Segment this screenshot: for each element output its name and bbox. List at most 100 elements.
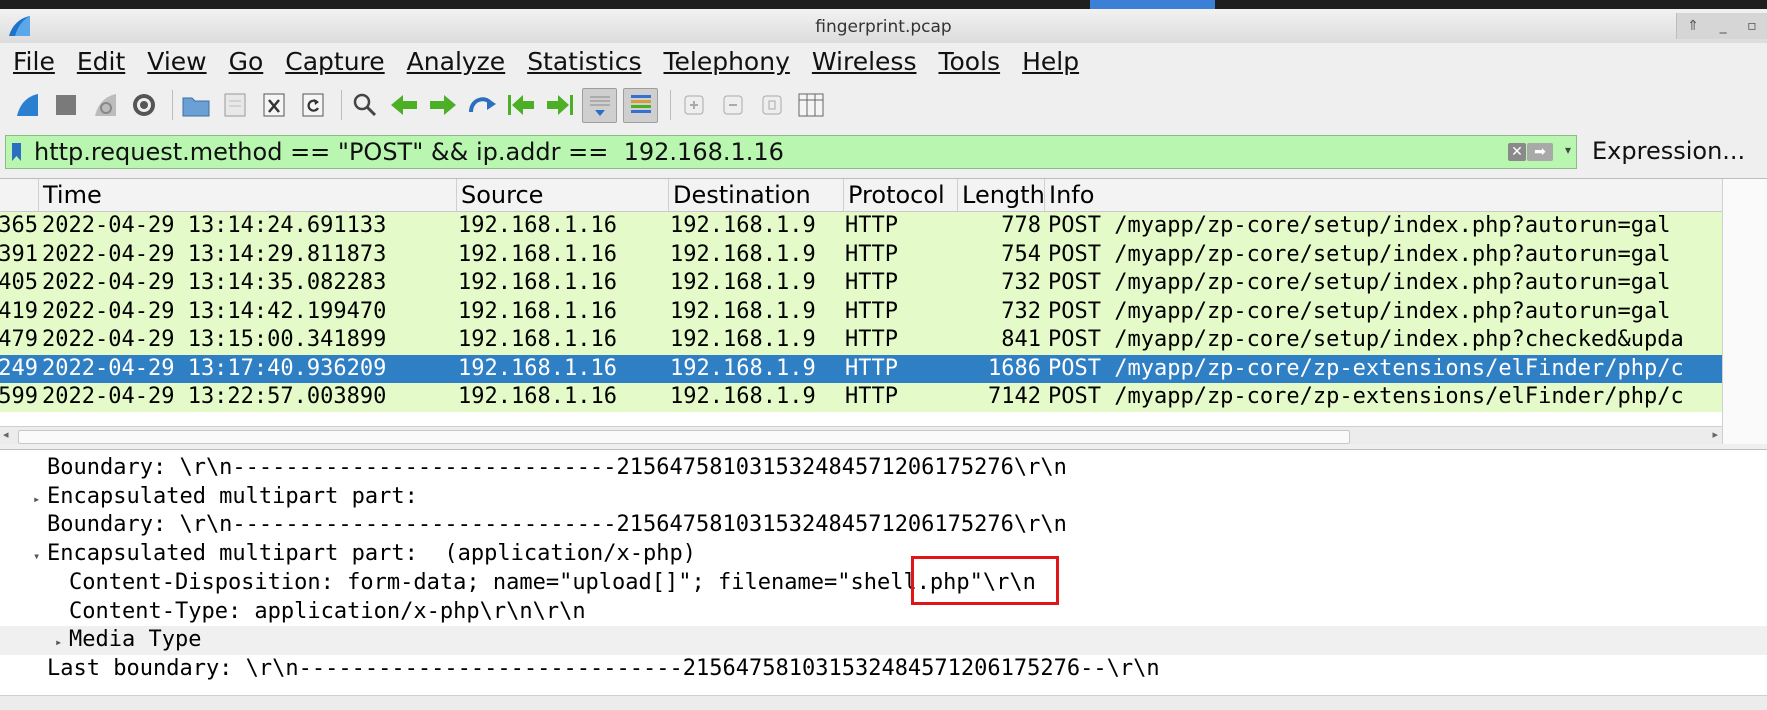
apply-filter-icon[interactable]: ➡ bbox=[1527, 143, 1553, 161]
table-row[interactable]: 365 2022-04-29 13:14:24.691133 192.168.1.1… bbox=[0, 212, 1722, 241]
menu-wireless[interactable]: Wireless bbox=[799, 47, 926, 76]
detail-text: Boundary: \r\n--------------------------… bbox=[47, 455, 1067, 480]
cell-info: POST /myapp/zp-core/zp-extensions/elFind… bbox=[1048, 384, 1684, 409]
detail-tree-item[interactable]: Boundary: \r\n--------------------------… bbox=[0, 454, 1767, 483]
cell-dst: 192.168.1.9 bbox=[670, 298, 816, 324]
window-title: fingerprint.pcap bbox=[815, 17, 952, 37]
expression-button[interactable]: Expression... bbox=[1592, 137, 1745, 165]
menu-edit[interactable]: Edit bbox=[64, 47, 134, 76]
detail-text: Encapsulated multipart part: bbox=[47, 483, 418, 509]
column-header-no[interactable] bbox=[0, 179, 38, 211]
table-row[interactable]: 419 2022-04-29 13:14:42.199470 192.168.1.1… bbox=[0, 297, 1722, 326]
menu-telephony[interactable]: Telephony bbox=[650, 47, 798, 76]
last-packet-icon[interactable] bbox=[543, 89, 576, 122]
detail-tree-item[interactable]: Content-Type: application/x-php\r\n\r\n bbox=[0, 598, 1767, 627]
cell-no: 599 bbox=[0, 384, 38, 409]
column-header-protocol[interactable]: Protocol bbox=[843, 179, 957, 211]
scroll-right-icon[interactable]: ▸ bbox=[1712, 428, 1718, 441]
detail-tree-item[interactable]: Boundary: \r\n--------------------------… bbox=[0, 511, 1767, 540]
column-header-info[interactable]: Info bbox=[1044, 179, 1722, 211]
menu-statistics[interactable]: Statistics bbox=[514, 47, 650, 76]
cell-src: 192.168.1.16 bbox=[458, 327, 617, 352]
bookmark-icon[interactable] bbox=[11, 142, 22, 162]
toolbar-separator bbox=[172, 90, 173, 120]
display-filter-input[interactable]: http.request.method == "POST" && ip.addr… bbox=[34, 138, 784, 166]
cell-proto: HTTP bbox=[845, 384, 898, 409]
scrollbar-thumb[interactable] bbox=[18, 430, 1350, 444]
menu-file[interactable]: File bbox=[0, 47, 64, 76]
menu-analyze[interactable]: Analyze bbox=[394, 47, 515, 76]
expanded-arrow-icon[interactable]: ▾ bbox=[33, 542, 47, 571]
cell-time: 2022-04-29 13:22:57.003890 bbox=[42, 384, 387, 409]
packet-list-horizontal-scrollbar[interactable]: ◂ ▸ bbox=[0, 426, 1722, 444]
start-capture-icon[interactable] bbox=[10, 89, 43, 122]
scroll-left-icon[interactable]: ◂ bbox=[3, 428, 9, 441]
menu-mnemonic: Tools bbox=[938, 47, 1001, 76]
go-back-icon[interactable] bbox=[387, 89, 420, 122]
detail-text: Boundary: \r\n--------------------------… bbox=[47, 512, 1067, 538]
cell-dst: 192.168.1.9 bbox=[670, 270, 816, 295]
table-row-selected[interactable]: 249 2022-04-29 13:17:40.936209 192.168.1.1… bbox=[0, 354, 1722, 383]
column-header-length[interactable]: Length bbox=[957, 179, 1044, 211]
cell-dst: 192.168.1.9 bbox=[670, 355, 816, 381]
minimize-icon[interactable]: _ bbox=[1720, 18, 1727, 34]
table-row[interactable]: 479 2022-04-29 13:15:00.341899 192.168.1.1… bbox=[0, 326, 1722, 355]
details-horizontal-scrollbar[interactable] bbox=[0, 695, 1767, 710]
detail-text: Content-Type: application/x-php\r\n\r\n bbox=[69, 598, 586, 624]
cell-no: 479 bbox=[0, 327, 38, 352]
column-header-time[interactable]: Time bbox=[38, 179, 456, 211]
go-forward-icon[interactable] bbox=[426, 89, 459, 122]
zoom-out-icon[interactable] bbox=[716, 89, 749, 122]
resize-columns-icon[interactable] bbox=[794, 89, 827, 122]
close-file-icon[interactable] bbox=[257, 89, 290, 122]
menu-view[interactable]: View bbox=[134, 47, 215, 76]
first-packet-icon[interactable] bbox=[504, 89, 537, 122]
detail-tree-item[interactable]: Last boundary: \r\n---------------------… bbox=[0, 655, 1767, 684]
maximize-up-icon[interactable]: ⇑ bbox=[1687, 18, 1699, 34]
column-header-destination[interactable]: Destination bbox=[668, 179, 843, 211]
capture-options-icon[interactable] bbox=[127, 89, 160, 122]
open-file-icon[interactable] bbox=[179, 89, 212, 122]
column-header-source[interactable]: Source bbox=[456, 179, 668, 211]
menu-mnemonic: Wireless bbox=[811, 47, 917, 76]
collapsed-arrow-icon[interactable]: ▸ bbox=[55, 628, 69, 657]
menu-tools[interactable]: Tools bbox=[925, 47, 1009, 76]
table-row[interactable]: 599 2022-04-29 13:22:57.003890 192.168.1.1… bbox=[0, 383, 1722, 412]
cell-info: POST /myapp/zp-core/setup/index.php?auto… bbox=[1048, 241, 1671, 267]
toolbar-separator bbox=[670, 90, 671, 120]
menu-bar: File Edit View Go Capture Analyze Statistics Te… bbox=[0, 43, 1767, 80]
detail-tree-item[interactable]: ▸ Media Type bbox=[0, 626, 1767, 655]
detail-tree-item[interactable]: ▾ Encapsulated multipart part: (applicati… bbox=[0, 540, 1767, 569]
restore-icon[interactable]: ▫ bbox=[1747, 18, 1757, 34]
cell-proto: HTTP bbox=[845, 241, 898, 267]
table-row[interactable]: 405 2022-04-29 13:14:35.082283 192.168.1.1… bbox=[0, 269, 1722, 298]
zoom-in-icon[interactable] bbox=[677, 89, 710, 122]
normal-size-icon[interactable] bbox=[755, 89, 788, 122]
reload-file-icon[interactable] bbox=[296, 89, 329, 122]
detail-text: Last boundary: \r\n---------------------… bbox=[47, 655, 1160, 681]
cell-dst: 192.168.1.9 bbox=[670, 241, 816, 267]
find-packet-icon[interactable] bbox=[348, 89, 381, 122]
filename-highlight-box bbox=[911, 556, 1059, 605]
table-row[interactable]: 391 2022-04-29 13:14:29.811873 192.168.1.1… bbox=[0, 240, 1722, 269]
cell-info: POST /myapp/zp-core/setup/index.php?auto… bbox=[1048, 270, 1671, 295]
top-strip bbox=[0, 0, 1767, 9]
menu-go[interactable]: Go bbox=[216, 47, 273, 76]
clear-filter-icon[interactable]: ✕ bbox=[1508, 143, 1526, 161]
menu-help[interactable]: Help bbox=[1009, 47, 1088, 76]
menu-capture[interactable]: Capture bbox=[272, 47, 393, 76]
filter-history-dropdown-icon[interactable]: ▾ bbox=[1565, 143, 1571, 157]
detail-tree-item[interactable]: ▸ Encapsulated multipart part: bbox=[0, 483, 1767, 512]
colorize-icon[interactable] bbox=[623, 87, 658, 123]
collapsed-arrow-icon[interactable]: ▸ bbox=[33, 485, 47, 514]
stop-capture-icon[interactable] bbox=[49, 89, 82, 122]
save-file-icon[interactable] bbox=[218, 89, 251, 122]
detail-tree-item[interactable]: Content-Disposition: form-data; name="up… bbox=[0, 569, 1767, 598]
restart-capture-icon[interactable] bbox=[88, 89, 121, 122]
go-to-packet-icon[interactable] bbox=[465, 89, 498, 122]
cell-src: 192.168.1.16 bbox=[458, 270, 617, 295]
cell-proto: HTTP bbox=[845, 270, 898, 295]
autoscroll-icon[interactable] bbox=[582, 87, 617, 123]
cell-time: 2022-04-29 13:15:00.341899 bbox=[42, 327, 387, 352]
title-bar: fingerprint.pcap ⇑ _ ▫ bbox=[0, 9, 1767, 44]
